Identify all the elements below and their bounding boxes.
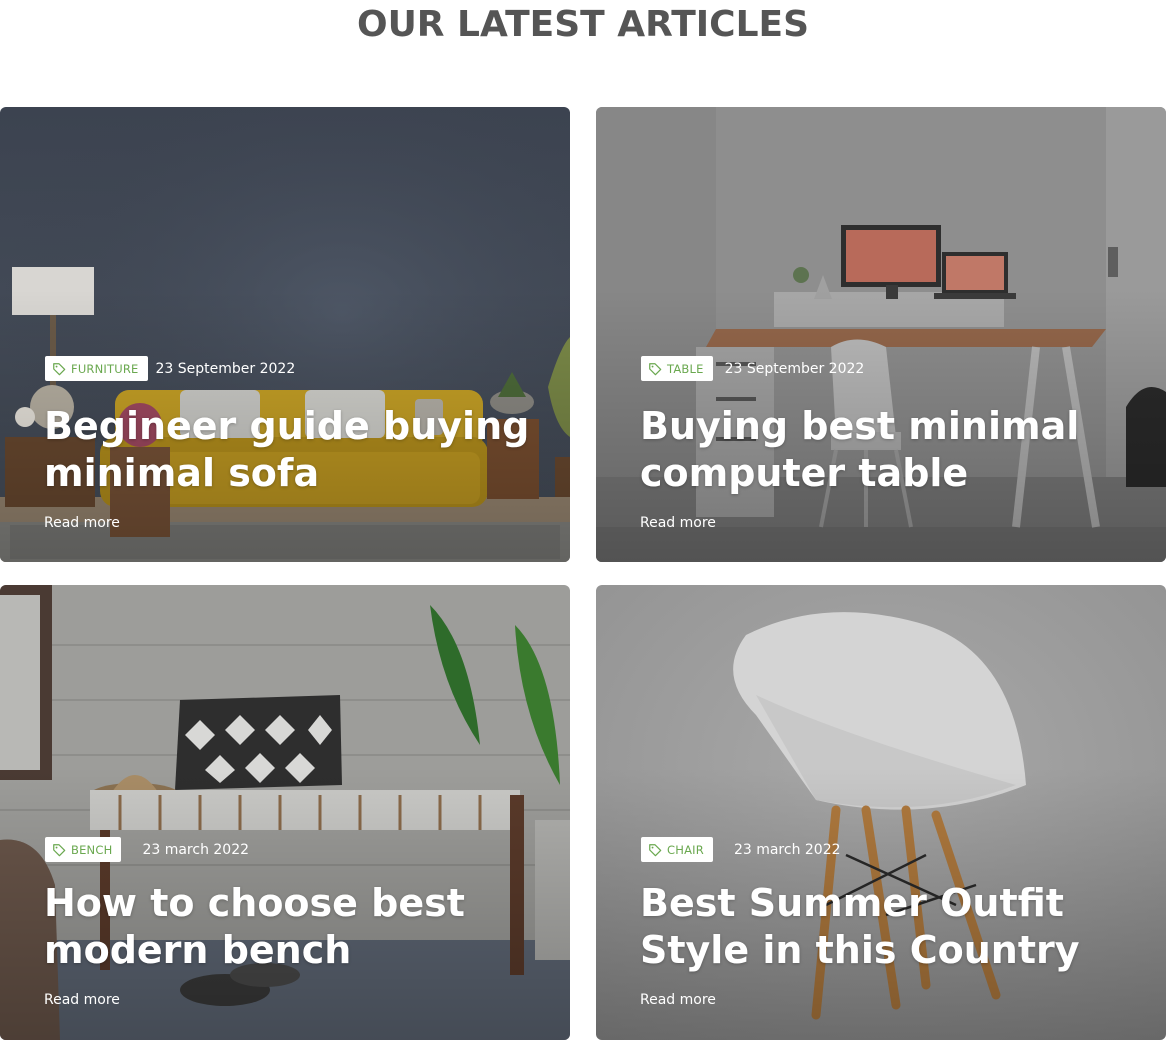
category-tag[interactable]: CHAIR	[641, 837, 713, 862]
category-tag-label: CHAIR	[667, 842, 704, 857]
tag-icon	[649, 843, 662, 856]
article-meta: BENCH 23 march 2022	[45, 837, 249, 862]
article-card-chair[interactable]: CHAIR 23 march 2022 Best Summer Outfit S…	[596, 585, 1166, 1040]
article-date: 23 September 2022	[724, 360, 865, 377]
category-tag-label: BENCH	[71, 842, 113, 857]
category-tag-label: FURNITURE	[71, 361, 139, 376]
tag-icon	[53, 362, 66, 375]
category-tag[interactable]: TABLE	[641, 356, 713, 381]
read-more-link[interactable]: Read more	[44, 992, 120, 1008]
article-card-bench[interactable]: BENCH 23 march 2022 How to choose best m…	[0, 585, 570, 1040]
tag-icon	[649, 362, 662, 375]
read-more-link[interactable]: Read more	[44, 515, 120, 531]
category-tag[interactable]: FURNITURE	[45, 356, 148, 381]
article-date: 23 September 2022	[155, 360, 296, 377]
section-title: OUR LATEST ARTICLES	[356, 4, 810, 45]
article-date: 23 march 2022	[733, 841, 841, 858]
article-meta: CHAIR 23 march 2022	[641, 837, 841, 862]
read-more-link[interactable]: Read more	[640, 515, 716, 531]
read-more-link[interactable]: Read more	[640, 992, 716, 1008]
category-tag[interactable]: BENCH	[45, 837, 122, 862]
article-title[interactable]: Buying best minimal computer table	[640, 403, 1140, 497]
article-card-table[interactable]: TABLE 23 September 2022 Buying best mini…	[596, 107, 1166, 562]
article-card-sofa[interactable]: FURNITURE 23 September 2022 Begineer gui…	[0, 107, 570, 562]
tag-icon	[53, 843, 66, 856]
article-meta: FURNITURE 23 September 2022	[45, 356, 295, 381]
article-title[interactable]: How to choose best modern bench	[44, 880, 544, 974]
article-title[interactable]: Best Summer Outfit Style in this Country	[640, 880, 1140, 974]
article-meta: TABLE 23 September 2022	[641, 356, 864, 381]
article-title[interactable]: Begineer guide buying minimal sofa	[44, 403, 544, 497]
category-tag-label: TABLE	[667, 361, 704, 376]
article-date: 23 march 2022	[142, 841, 250, 858]
